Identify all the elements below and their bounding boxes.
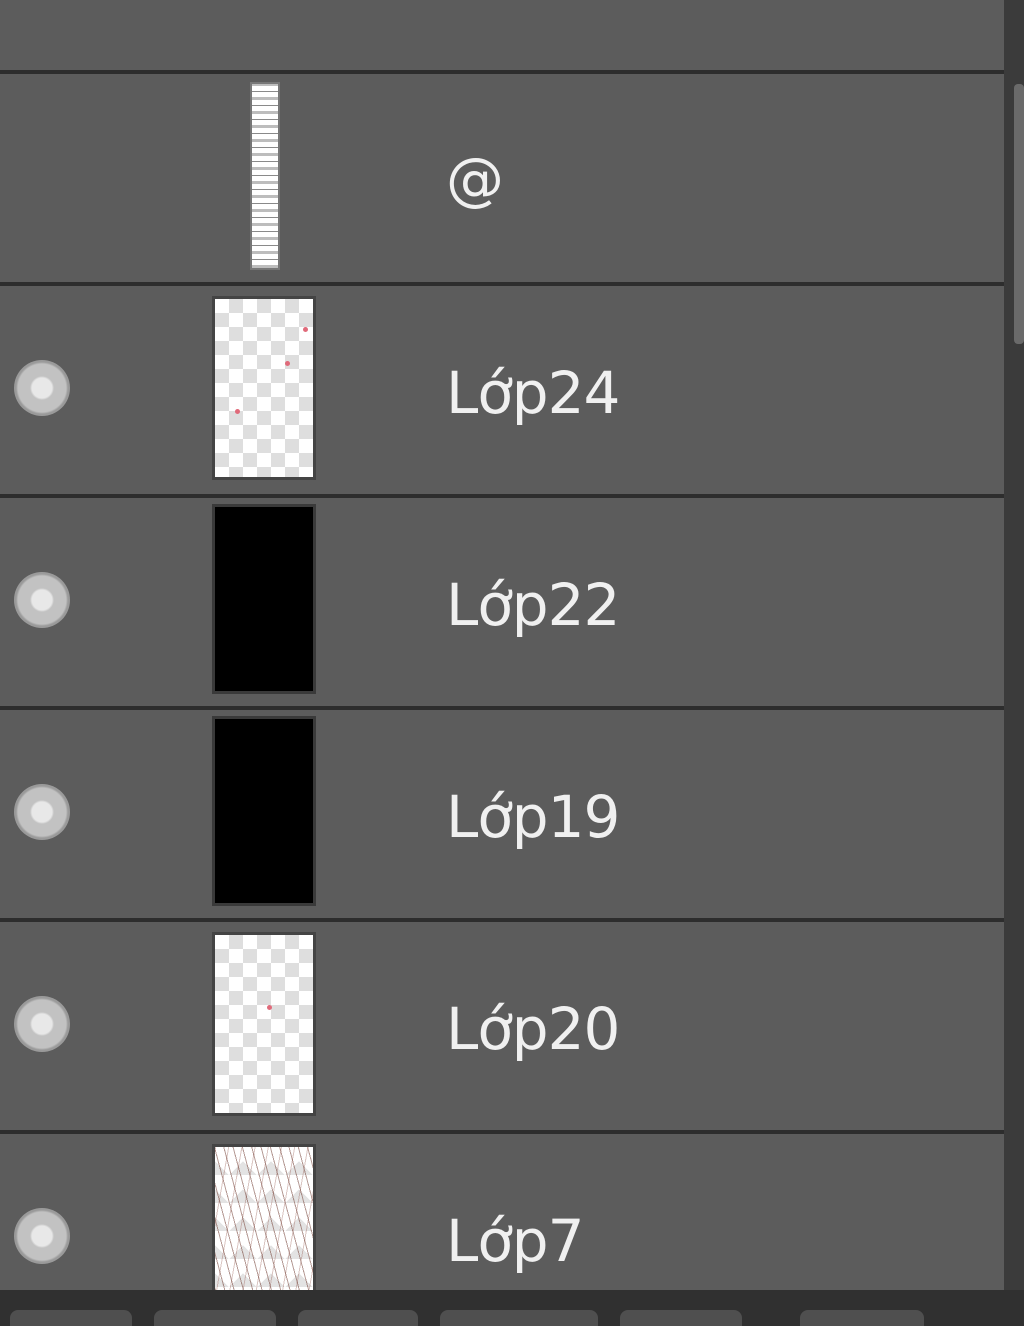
visibility-dot-icon[interactable]	[14, 360, 70, 416]
toolbar-button-4[interactable]	[440, 1310, 598, 1326]
paint-speck	[267, 1005, 272, 1010]
layers-panel: @ Lớp24 Lớp22 Lớp19 Lớp20 Lớp7	[0, 0, 1024, 1326]
toolbar-button-6[interactable]	[800, 1310, 924, 1326]
paint-speck	[235, 409, 240, 414]
layer-row-partial[interactable]	[0, 0, 1004, 74]
layer-thumbnail	[212, 932, 316, 1116]
visibility-dot-icon[interactable]	[14, 784, 70, 840]
layer-name: Lớp24	[446, 359, 620, 427]
layer-list-scrollbar[interactable]	[1004, 0, 1024, 1290]
layer-thumbnail	[212, 1144, 316, 1290]
layer-thumbnail	[212, 716, 316, 906]
toolbar-button-2[interactable]	[154, 1310, 276, 1326]
toolbar-button-3[interactable]	[298, 1310, 418, 1326]
layer-toolbar	[0, 1290, 1024, 1326]
toolbar-button-1[interactable]	[10, 1310, 132, 1326]
scrollbar-thumb[interactable]	[1014, 84, 1024, 344]
layer-name: @	[446, 145, 504, 213]
paint-speck	[285, 361, 290, 366]
layer-name: Lớp22	[446, 571, 620, 639]
visibility-dot-icon[interactable]	[14, 572, 70, 628]
layer-row-lop22[interactable]: Lớp22	[0, 498, 1004, 710]
layer-row-at[interactable]: @	[0, 74, 1004, 286]
layer-name: Lớp19	[446, 783, 620, 851]
layer-name: Lớp7	[446, 1207, 585, 1275]
visibility-dot-icon[interactable]	[14, 1208, 70, 1264]
layer-thumbnail	[250, 82, 280, 270]
paint-speck	[303, 327, 308, 332]
layer-list: @ Lớp24 Lớp22 Lớp19 Lớp20 Lớp7	[0, 0, 1004, 1290]
layer-row-lop19[interactable]: Lớp19	[0, 710, 1004, 922]
layer-thumbnail	[212, 296, 316, 480]
layer-thumbnail	[212, 504, 316, 694]
toolbar-button-5[interactable]	[620, 1310, 742, 1326]
layer-row-lop7[interactable]: Lớp7	[0, 1134, 1004, 1290]
layer-row-lop20[interactable]: Lớp20	[0, 922, 1004, 1134]
visibility-dot-icon[interactable]	[14, 996, 70, 1052]
layer-name: Lớp20	[446, 995, 620, 1063]
layer-row-lop24[interactable]: Lớp24	[0, 286, 1004, 498]
